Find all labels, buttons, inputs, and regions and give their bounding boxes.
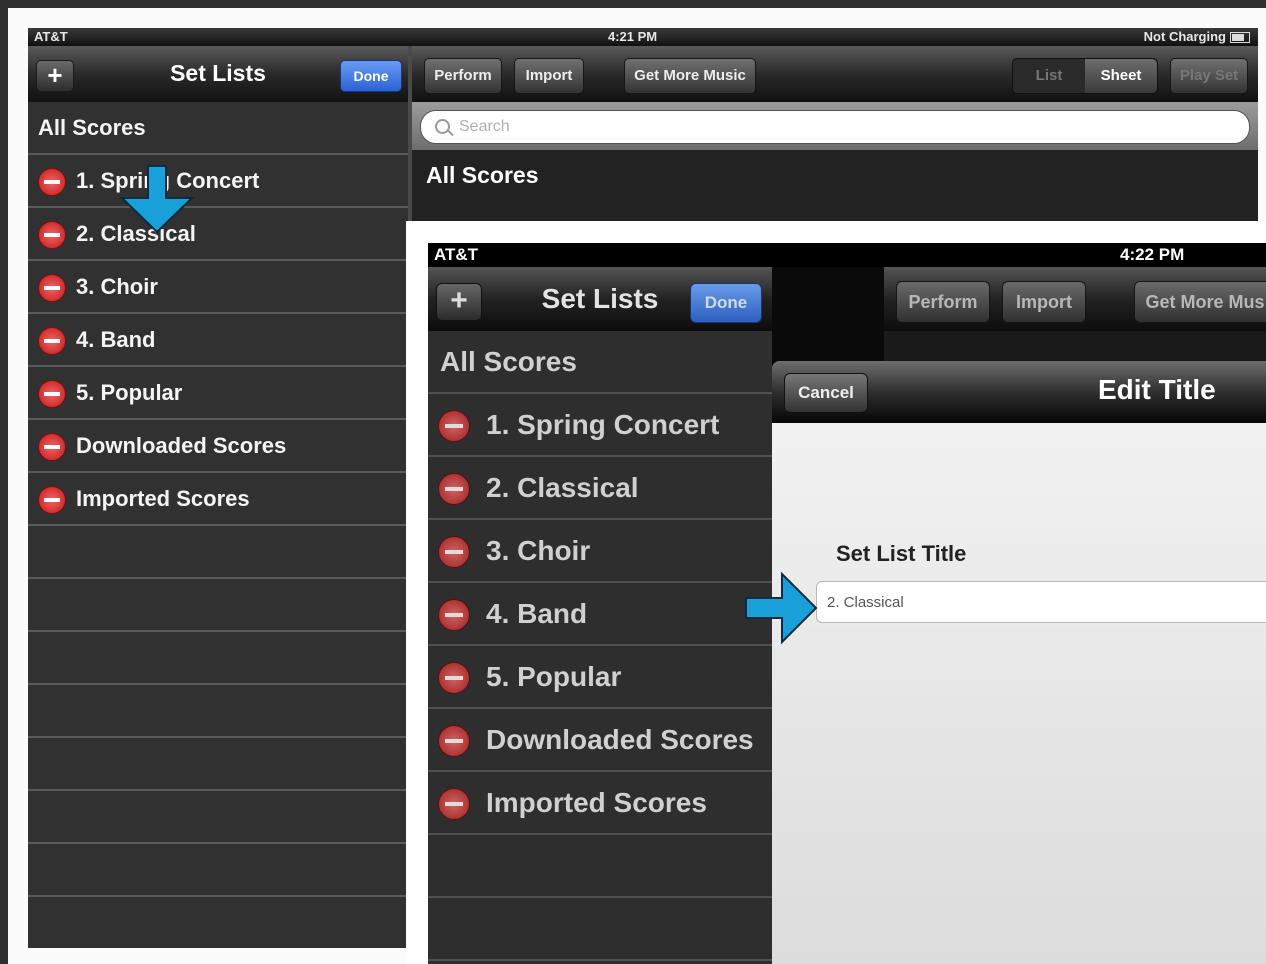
get-more-music-button[interactable]: Get More Mus: [1134, 281, 1266, 323]
set-lists-sidebar: + Set Lists Done All Scores 1. Spring Co…: [28, 46, 408, 948]
delete-icon[interactable]: [438, 473, 470, 505]
empty-row: [28, 791, 408, 844]
delete-icon[interactable]: [438, 599, 470, 631]
import-button[interactable]: Import: [1002, 281, 1086, 323]
empty-row: [428, 898, 772, 961]
device-screen: AT&T 4:22 PM + Set Lists Done All Scores…: [428, 243, 1266, 964]
set-list-label: 2. Classical: [486, 472, 639, 503]
search-bar: Search: [412, 102, 1258, 150]
empty-row: [28, 844, 408, 897]
empty-row: [28, 738, 408, 791]
set-list-item[interactable]: 2. Classical: [428, 457, 772, 520]
status-bar: AT&T 4:21 PM Not Charging: [28, 28, 1258, 46]
done-button[interactable]: Done: [340, 60, 402, 92]
search-icon: [435, 119, 450, 134]
delete-icon[interactable]: [38, 274, 66, 302]
main-toolbar: Perform Import Get More Mus: [884, 267, 1266, 331]
battery-icon: [1230, 32, 1250, 44]
set-list-item[interactable]: 3. Choir: [28, 261, 408, 314]
all-scores-label: All Scores: [38, 115, 146, 140]
perform-button[interactable]: Perform: [896, 281, 990, 323]
import-button[interactable]: Import: [514, 58, 584, 94]
set-list-item[interactable]: 4. Band: [428, 583, 772, 646]
set-list-label: Imported Scores: [486, 787, 707, 818]
play-set-button[interactable]: Play Set: [1170, 58, 1248, 94]
set-list-label: Downloaded Scores: [76, 433, 287, 458]
delete-icon[interactable]: [438, 788, 470, 820]
carrier-label: AT&T: [34, 29, 68, 44]
set-list-label: Downloaded Scores: [486, 724, 754, 755]
right-arrow-icon: [745, 572, 818, 644]
empty-row: [28, 685, 408, 738]
set-list-item[interactable]: Downloaded Scores: [28, 420, 408, 473]
delete-icon[interactable]: [38, 486, 66, 514]
down-arrow-icon: [119, 165, 195, 234]
search-placeholder: Search: [459, 118, 510, 135]
set-lists-sidebar: + Set Lists Done All Scores 1. Spring Co…: [428, 267, 772, 964]
list-segment[interactable]: List: [1013, 59, 1085, 93]
set-list-item[interactable]: Imported Scores: [428, 772, 772, 835]
perform-button[interactable]: Perform: [424, 58, 502, 94]
set-list-title-label: Set List Title: [836, 541, 967, 566]
all-scores-row[interactable]: All Scores: [428, 331, 772, 394]
set-list-item[interactable]: 5. Popular: [28, 367, 408, 420]
carrier-label: AT&T: [434, 245, 479, 264]
delete-icon[interactable]: [38, 221, 66, 249]
set-list-item[interactable]: 3. Choir: [428, 520, 772, 583]
delete-icon[interactable]: [38, 433, 66, 461]
empty-row: [28, 897, 408, 948]
set-list-label: 3. Choir: [486, 535, 591, 566]
main-toolbar: Perform Import Get More Music List Sheet…: [412, 46, 1258, 102]
delete-icon[interactable]: [38, 380, 66, 408]
clock: 4:21 PM: [608, 29, 658, 44]
sidebar-toolbar: + Set Lists Done: [28, 46, 408, 102]
status-bar: AT&T 4:22 PM: [428, 243, 1266, 267]
modal-navbar: Cancel Edit Title: [772, 361, 1266, 423]
clock: 4:22 PM: [1120, 245, 1185, 264]
set-list-label: 4. Band: [76, 327, 156, 352]
set-list-item[interactable]: 4. Band: [28, 314, 408, 367]
delete-icon[interactable]: [38, 327, 66, 355]
all-scores-row[interactable]: All Scores: [28, 102, 408, 155]
get-more-music-button[interactable]: Get More Music: [624, 58, 756, 94]
set-list-item[interactable]: Imported Scores: [28, 473, 408, 526]
sidebar-toolbar: + Set Lists Done: [428, 267, 772, 331]
cancel-button[interactable]: Cancel: [784, 373, 868, 413]
set-list-item[interactable]: Downloaded Scores: [428, 709, 772, 772]
empty-row: [28, 632, 408, 685]
delete-icon[interactable]: [438, 410, 470, 442]
delete-icon[interactable]: [438, 725, 470, 757]
empty-row: [28, 579, 408, 632]
battery-status: Not Charging: [1144, 29, 1250, 44]
set-list-title-input[interactable]: 2. Classical: [816, 581, 1266, 623]
screenshot-after: AT&T 4:22 PM + Set Lists Done All Scores…: [406, 221, 1266, 964]
set-list-label: 5. Popular: [76, 380, 183, 405]
empty-row: [428, 835, 772, 898]
view-segmented-control: List Sheet: [1012, 58, 1158, 94]
delete-icon[interactable]: [438, 536, 470, 568]
done-button[interactable]: Done: [690, 283, 762, 323]
all-scores-label: All Scores: [440, 346, 577, 377]
set-list-item[interactable]: 1. Spring Concert: [428, 394, 772, 457]
empty-row: [28, 526, 408, 579]
set-list-label: Imported Scores: [76, 486, 250, 511]
set-list-label: 5. Popular: [486, 661, 622, 692]
edit-title-modal: Cancel Edit Title Set List Title 2. Clas…: [772, 361, 1266, 964]
set-list-label: 4. Band: [486, 598, 588, 629]
delete-icon[interactable]: [438, 662, 470, 694]
sheet-segment[interactable]: Sheet: [1085, 59, 1157, 93]
delete-icon[interactable]: [38, 168, 66, 196]
set-list-item[interactable]: 1. Spring Concert: [28, 155, 408, 208]
set-list-label: 1. Spring Concert: [486, 409, 720, 440]
set-list-item[interactable]: 2. Classical: [28, 208, 408, 261]
battery-label: Not Charging: [1143, 29, 1226, 44]
search-input[interactable]: Search: [420, 110, 1250, 144]
set-list-label: 3. Choir: [76, 274, 158, 299]
section-title: All Scores: [426, 162, 539, 188]
set-list-item[interactable]: 5. Popular: [428, 646, 772, 709]
modal-title: Edit Title: [1098, 374, 1216, 405]
